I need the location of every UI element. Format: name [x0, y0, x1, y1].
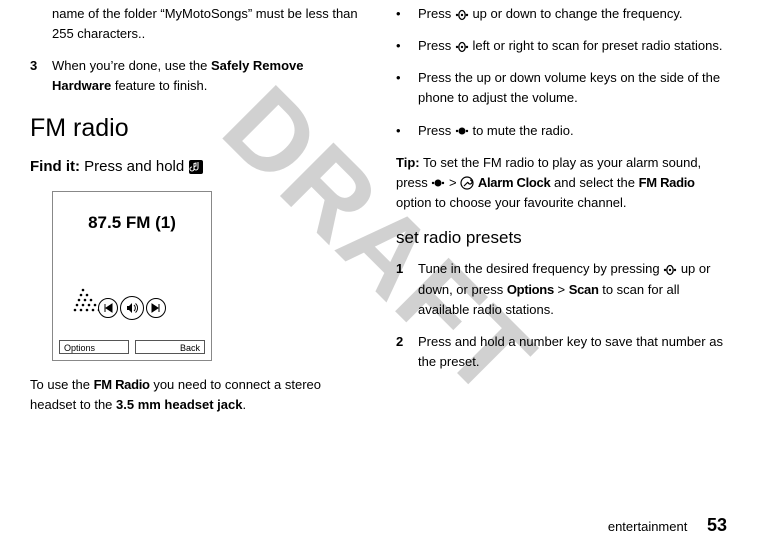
- bullet-4: • Press to mute the radio.: [396, 121, 726, 141]
- find-it-text: Press and hold: [80, 158, 188, 175]
- music-key-icon: [188, 159, 204, 175]
- t: >: [554, 282, 569, 297]
- step-number: 3: [30, 56, 52, 96]
- scan-term: Scan: [569, 282, 599, 297]
- page: DRAFT name of the folder “MyMotoSongs” m…: [0, 0, 757, 550]
- t: Press: [418, 123, 455, 138]
- playback-controls: [98, 296, 166, 320]
- headset-note: To use the FM Radio you need to connect …: [30, 375, 360, 415]
- bullet-text: Press to mute the radio.: [418, 121, 726, 141]
- t: When you’re done, use the: [52, 58, 211, 73]
- t: >: [445, 175, 460, 190]
- two-column-layout: name of the folder “MyMotoSongs” must be…: [30, 0, 729, 427]
- alarm-clock-term: Alarm Clock: [478, 175, 551, 190]
- bullet-dot: •: [396, 121, 418, 141]
- page-footer: entertainment 53: [608, 515, 727, 536]
- jack-term: 3.5 mm headset jack: [116, 397, 242, 412]
- left-column: name of the folder “MyMotoSongs” must be…: [30, 4, 360, 427]
- prev-button[interactable]: [98, 298, 118, 318]
- back-softkey[interactable]: Back: [135, 340, 205, 354]
- bullet-text: Press up or down to change the frequency…: [418, 4, 726, 24]
- phone-screen-mock: 87.5 FM (1) Options: [52, 191, 212, 361]
- fm-radio-heading: FM radio: [30, 109, 360, 148]
- t: To use the: [30, 377, 94, 392]
- step-text: When you’re done, use the Safely Remove …: [52, 56, 360, 96]
- bullet-dot: •: [396, 68, 418, 108]
- bullet-dot: •: [396, 4, 418, 24]
- fm-radio-term: FM Radio: [639, 175, 695, 190]
- tools-icon: [460, 176, 474, 190]
- page-number: 53: [707, 515, 727, 535]
- carryover-paragraph: name of the folder “MyMotoSongs” must be…: [30, 4, 360, 44]
- nav-key-icon: [455, 41, 469, 53]
- center-key-icon: [455, 125, 469, 137]
- footer-section: entertainment: [608, 519, 688, 534]
- options-term: Options: [507, 282, 554, 297]
- preset-step-1: 1 Tune in the desired frequency by press…: [396, 259, 726, 319]
- preset-step-2: 2 Press and hold a number key to save th…: [396, 332, 726, 372]
- bullet-2: • Press left or right to scan for preset…: [396, 36, 726, 56]
- tip-label: Tip:: [396, 155, 420, 170]
- step-number: 2: [396, 332, 418, 372]
- step-text: Press and hold a number key to save that…: [418, 332, 726, 372]
- bullet-text: Press the up or down volume keys on the …: [418, 68, 726, 108]
- center-key-icon: [431, 177, 445, 189]
- bullet-dot: •: [396, 36, 418, 56]
- set-radio-presets-heading: set radio presets: [396, 225, 726, 251]
- nav-key-icon: [455, 9, 469, 21]
- t: feature to finish.: [111, 78, 207, 93]
- step-3: 3 When you’re done, use the Safely Remov…: [30, 56, 360, 96]
- bullet-1: • Press up or down to change the frequen…: [396, 4, 726, 24]
- options-softkey[interactable]: Options: [59, 340, 129, 354]
- softkey-bar: Options Back: [59, 340, 205, 354]
- frequency-display: 87.5 FM (1): [53, 192, 211, 236]
- step-text: Tune in the desired frequency by pressin…: [418, 259, 726, 319]
- t: .: [242, 397, 246, 412]
- fm-radio-term: FM Radio: [94, 377, 150, 392]
- nav-key-icon: [663, 264, 677, 276]
- t: option to choose your favourite channel.: [396, 195, 627, 210]
- find-it-line: Find it: Press and hold: [30, 155, 360, 178]
- right-column: • Press up or down to change the frequen…: [396, 4, 726, 427]
- next-button[interactable]: [146, 298, 166, 318]
- tip-paragraph: Tip: To set the FM radio to play as your…: [396, 153, 726, 213]
- play-sound-button[interactable]: [120, 296, 144, 320]
- bullet-text: Press left or right to scan for preset r…: [418, 36, 726, 56]
- t: to mute the radio.: [469, 123, 574, 138]
- bullet-3: • Press the up or down volume keys on th…: [396, 68, 726, 108]
- t: and select the: [550, 175, 638, 190]
- find-it-label: Find it:: [30, 158, 80, 175]
- step-number: 1: [396, 259, 418, 319]
